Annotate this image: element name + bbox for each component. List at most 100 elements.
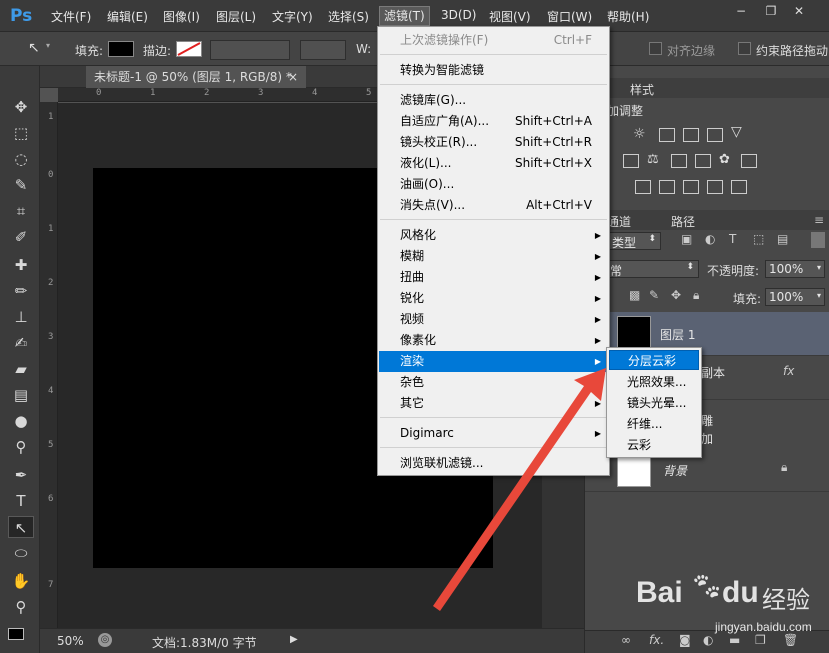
fill-field[interactable]: 100% ▾ [765,288,825,306]
path-selection-tool-icon[interactable]: ↖ [8,516,34,538]
zoom-level[interactable]: 50% [57,634,84,648]
gradient-tool-icon[interactable]: ▤ [8,384,34,406]
menu-item-digimarc[interactable]: Digimarc ▶ [379,423,608,444]
vibrance-icon[interactable]: ▽ [731,124,742,140]
constrain-path-checkbox[interactable] [738,42,751,55]
menu-item-vanishing-point[interactable]: 消失点(V)... Alt+Ctrl+V [379,195,608,216]
tab-styles[interactable]: 样式 [630,81,654,98]
link-layers-icon[interactable]: ∞ [621,633,631,647]
menu-image[interactable]: 图像(I) [163,8,200,25]
fill-chevron-icon[interactable]: ▾ [817,291,821,300]
menu-item-smart-filter[interactable]: 转换为智能滤镜 [379,60,608,81]
submenu-item-lens-flare[interactable]: 镜头光晕... [609,393,699,413]
menu-item-oil-paint[interactable]: 油画(O)... [379,174,608,195]
menu-help[interactable]: 帮助(H) [607,8,649,25]
menu-3d[interactable]: 3D(D) [441,8,476,22]
eraser-tool-icon[interactable]: ▰ [8,358,34,380]
menu-type[interactable]: 文字(Y) [272,8,313,25]
submenu-item-fibers[interactable]: 纤维... [609,414,699,434]
type-filter-icon[interactable]: T [729,232,736,246]
new-layer-icon[interactable]: ❐ [755,633,766,647]
menu-file[interactable]: 文件(F) [51,8,91,25]
posterize-icon[interactable] [659,180,675,194]
crop-tool-icon[interactable]: ⌗ [8,200,34,222]
trash-icon[interactable]: 🗑︎ [783,633,798,647]
brush-tool-icon[interactable]: ✏ [8,280,34,302]
color-balance-icon[interactable]: ⚖ [647,152,659,167]
menu-item-lens-correction[interactable]: 镜头校正(R)... Shift+Ctrl+R [379,132,608,153]
menu-item-video[interactable]: 视频 ▶ [379,309,608,330]
gradient-map-icon[interactable] [731,180,747,194]
menu-item-noise[interactable]: 杂色 ▶ [379,372,608,393]
menu-item-render[interactable]: 渲染 ▶ [379,351,608,372]
menu-item-filter-gallery[interactable]: 滤镜库(G)... [379,90,608,111]
menu-window[interactable]: 窗口(W) [547,8,592,25]
panel-menu-icon[interactable]: ≡ [814,213,824,227]
shape-filter-icon[interactable]: ⬚ [753,232,764,246]
ellipse-tool-icon[interactable]: ⬭ [8,542,34,564]
adjustment-filter-icon[interactable]: ◐ [705,232,715,246]
move-tool-icon[interactable]: ✥ [8,96,34,118]
history-brush-tool-icon[interactable]: ✍ [8,332,34,354]
stroke-swatch[interactable] [176,41,202,57]
lock-transparent-icon[interactable]: ▩ [629,288,640,302]
threshold-icon[interactable] [683,180,699,194]
menu-filter[interactable]: 滤镜(T) [379,6,430,26]
menu-item-liquify[interactable]: 液化(L)... Shift+Ctrl+X [379,153,608,174]
minimize-button[interactable]: − [728,2,754,20]
menu-item-blur[interactable]: 模糊 ▶ [379,246,608,267]
close-window-button[interactable]: ✕ [786,2,812,20]
stroke-style-dropdown[interactable] [300,40,346,60]
add-style-icon[interactable]: fx. [649,633,664,647]
submenu-item-clouds[interactable]: 云彩 [609,435,699,455]
menu-select[interactable]: 选择(S) [328,8,369,25]
submenu-item-difference-clouds[interactable]: 分层云彩 [609,350,699,370]
pixel-filter-icon[interactable]: ▣ [681,232,692,246]
menu-layer[interactable]: 图层(L) [216,8,256,25]
hue-saturation-icon[interactable] [623,154,639,168]
opacity-field[interactable]: 100% ▾ [765,260,825,278]
marquee-tool-icon[interactable]: ⬚ [8,122,34,144]
layer-name[interactable]: 背景 [663,462,687,479]
lock-position-icon[interactable]: ✥ [671,288,681,302]
smart-filter-icon[interactable]: ▤ [777,232,788,246]
path-select-tool-icon[interactable]: ↖ [28,40,40,56]
channel-mixer-icon[interactable]: ✿ [719,152,730,167]
menu-edit[interactable]: 编辑(E) [107,8,148,25]
lasso-tool-icon[interactable]: ◌ [8,148,34,170]
layer-name[interactable]: 图层 1 [660,326,695,343]
tab-channels[interactable]: 通道 [607,213,631,230]
curves-icon[interactable] [683,128,699,142]
blur-tool-icon[interactable]: ● [8,410,34,432]
pen-tool-icon[interactable]: ✒ [8,464,34,486]
quick-select-tool-icon[interactable]: ✎ [8,174,34,196]
menu-item-distort[interactable]: 扭曲 ▶ [379,267,608,288]
hand-tool-icon[interactable]: ✋ [8,570,34,592]
foreground-color-swatch[interactable] [8,628,24,640]
menu-item-pixelate[interactable]: 像素化 ▶ [379,330,608,351]
new-adjustment-icon[interactable]: ◐ [703,633,713,647]
add-mask-icon[interactable]: ◙ [679,633,691,647]
close-tab-icon[interactable]: × [288,66,298,88]
status-info-icon[interactable]: ◎ [98,633,112,647]
menu-item-other[interactable]: 其它 ▶ [379,393,608,414]
layer-name[interactable]: 副本 [701,364,725,381]
menu-item-sharpen[interactable]: 锐化 ▶ [379,288,608,309]
black-white-icon[interactable] [671,154,687,168]
filter-toggle[interactable] [811,232,825,248]
invert-icon[interactable] [635,180,651,194]
lock-all-icon[interactable]: 🔒︎ [693,288,699,303]
menu-item-stylize[interactable]: 风格化 ▶ [379,225,608,246]
new-group-icon[interactable]: ▬ [729,633,740,647]
brightness-icon[interactable]: ☼ [633,126,646,142]
levels-icon[interactable] [659,128,675,142]
menu-item-browse-filters-online[interactable]: 浏览联机滤镜... [379,453,608,474]
align-edges-checkbox[interactable] [649,42,662,55]
stamp-tool-icon[interactable]: ⊥ [8,306,34,328]
status-menu-arrow-icon[interactable]: ▶ [290,634,298,645]
submenu-item-lighting-effects[interactable]: 光照效果... [609,372,699,392]
fill-swatch[interactable] [108,41,134,57]
document-tab[interactable]: 未标题-1 @ 50% (图层 1, RGB/8) * × [86,66,306,88]
menu-item-adaptive-wide-angle[interactable]: 自适应广角(A)... Shift+Ctrl+A [379,111,608,132]
layer-fx-icon[interactable]: fx [783,364,794,378]
